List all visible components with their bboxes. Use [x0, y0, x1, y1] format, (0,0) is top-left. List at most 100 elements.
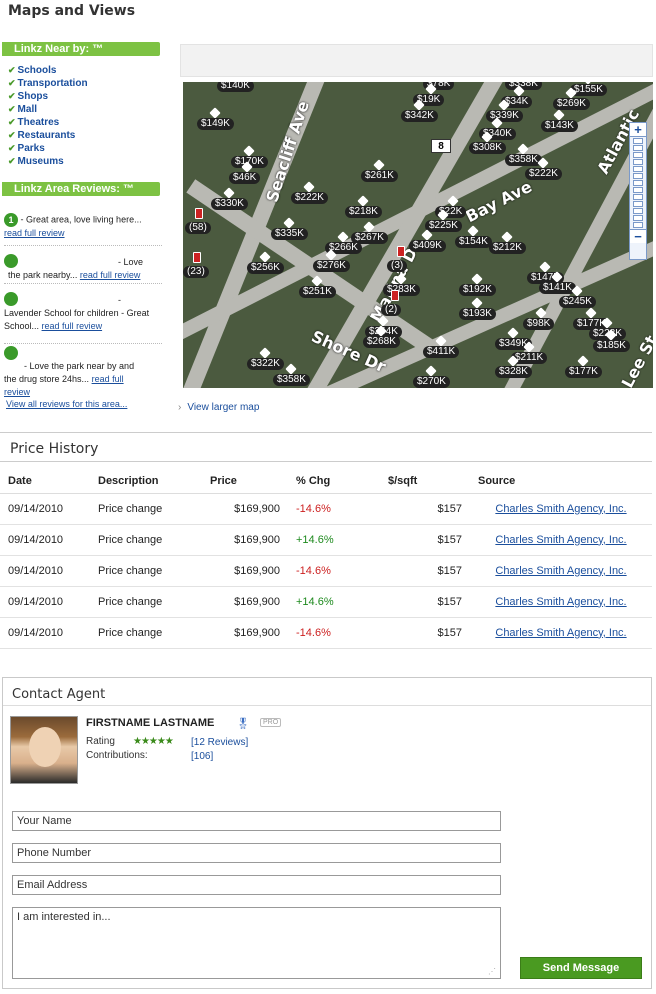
- price-pin[interactable]: $143K: [541, 120, 578, 132]
- house-marker-icon[interactable]: [471, 273, 483, 285]
- read-full-review-link[interactable]: read full review: [42, 321, 103, 331]
- message-textarea[interactable]: I am interested in... ⋰: [12, 907, 501, 979]
- near-by-item[interactable]: ✔ Parks: [8, 142, 88, 155]
- map-view[interactable]: Seacliff Ave Bay Ave Marina Dr Shore Dr …: [183, 82, 653, 388]
- agent-avatar[interactable]: [10, 716, 78, 784]
- cluster-count[interactable]: (23): [183, 266, 209, 278]
- price-pin[interactable]: $358K: [273, 374, 310, 386]
- price-pin[interactable]: $185K: [593, 340, 630, 352]
- house-marker-icon[interactable]: [467, 225, 479, 237]
- near-by-item[interactable]: ✔ Shops: [8, 90, 88, 103]
- source-link[interactable]: Charles Smith Agency, Inc.: [495, 503, 626, 515]
- price-pin[interactable]: $149K: [197, 118, 234, 130]
- cluster-marker-icon[interactable]: [391, 290, 399, 301]
- map-zoom-control[interactable]: + −: [629, 122, 647, 260]
- house-marker-icon[interactable]: [357, 195, 369, 207]
- price-pin[interactable]: $268K: [363, 336, 400, 348]
- price-pin[interactable]: $177K: [565, 366, 602, 378]
- price-pin[interactable]: $411K: [423, 346, 460, 358]
- price-pin[interactable]: $308K: [469, 142, 506, 154]
- resize-handle-icon[interactable]: ⋰: [488, 967, 496, 976]
- send-message-button[interactable]: Send Message: [520, 957, 642, 979]
- cluster-count[interactable]: (2): [381, 304, 402, 316]
- agent-name[interactable]: FIRSTNAME LASTNAME: [86, 717, 214, 729]
- agent-reviews-link[interactable]: [12 Reviews]: [191, 737, 248, 748]
- house-marker-icon[interactable]: [501, 231, 513, 243]
- house-marker-icon[interactable]: [259, 251, 271, 263]
- price-pin[interactable]: $276K: [313, 260, 350, 272]
- price-pin[interactable]: $339K: [486, 110, 523, 122]
- price-pin[interactable]: $283K: [383, 284, 420, 296]
- price-pin[interactable]: $218K: [345, 206, 382, 218]
- price-pin[interactable]: $270K: [413, 376, 450, 388]
- zoom-level-tick[interactable]: [633, 208, 643, 214]
- price-pin[interactable]: $328K: [495, 366, 532, 378]
- email-input[interactable]: Email Address: [12, 875, 501, 895]
- house-marker-icon[interactable]: [577, 355, 589, 367]
- price-pin[interactable]: $98K: [523, 318, 555, 330]
- house-marker-icon[interactable]: [209, 107, 221, 119]
- source-link[interactable]: Charles Smith Agency, Inc.: [495, 596, 626, 608]
- cluster-marker-icon[interactable]: [195, 208, 203, 219]
- house-marker-icon[interactable]: [471, 297, 483, 309]
- source-link[interactable]: Charles Smith Agency, Inc.: [495, 565, 626, 577]
- name-input[interactable]: Your Name: [12, 811, 501, 831]
- zoom-level-tick[interactable]: [633, 159, 643, 165]
- price-pin[interactable]: $140K: [217, 82, 254, 92]
- zoom-level-tick[interactable]: [633, 187, 643, 193]
- zoom-level-tick[interactable]: [633, 215, 643, 221]
- house-marker-icon[interactable]: [539, 261, 551, 273]
- price-pin[interactable]: $222K: [291, 192, 328, 204]
- price-pin[interactable]: $358K: [505, 154, 542, 166]
- house-marker-icon[interactable]: [223, 187, 235, 199]
- zoom-level-tick[interactable]: [633, 152, 643, 158]
- price-pin[interactable]: $342K: [401, 110, 438, 122]
- near-by-item[interactable]: ✔ Theatres: [8, 116, 88, 129]
- house-marker-icon[interactable]: [283, 217, 295, 229]
- zoom-level-tick[interactable]: [633, 180, 643, 186]
- cluster-marker-icon[interactable]: [193, 252, 201, 263]
- price-pin[interactable]: $222K: [525, 168, 562, 180]
- zoom-level-tick[interactable]: [633, 173, 643, 179]
- house-marker-icon[interactable]: [243, 145, 255, 157]
- price-pin[interactable]: $256K: [247, 262, 284, 274]
- zoom-slider[interactable]: [630, 138, 646, 228]
- price-pin[interactable]: $192K: [459, 284, 496, 296]
- view-larger-map-link[interactable]: View larger map: [187, 402, 259, 413]
- price-pin[interactable]: $141K: [539, 282, 576, 294]
- price-pin[interactable]: $335K: [271, 228, 308, 240]
- view-larger-map[interactable]: › View larger map: [178, 402, 259, 413]
- near-by-item[interactable]: ✔ Museums: [8, 155, 88, 168]
- price-pin[interactable]: $155K: [570, 84, 607, 96]
- price-pin[interactable]: $154K: [455, 236, 492, 248]
- house-marker-icon[interactable]: [285, 363, 297, 375]
- cluster-count[interactable]: (3): [387, 260, 408, 272]
- price-pin[interactable]: $269K: [553, 98, 590, 110]
- zoom-level-tick[interactable]: [633, 166, 643, 172]
- phone-input[interactable]: Phone Number: [12, 843, 501, 863]
- house-marker-icon[interactable]: [259, 347, 271, 359]
- price-pin[interactable]: $212K: [489, 242, 526, 254]
- cluster-count[interactable]: (58): [185, 222, 211, 234]
- zoom-level-tick[interactable]: [633, 194, 643, 200]
- near-by-item[interactable]: ✔ Mall: [8, 103, 88, 116]
- near-by-item[interactable]: ✔ Restaurants: [8, 129, 88, 142]
- zoom-in-button[interactable]: +: [630, 123, 646, 137]
- price-pin[interactable]: $251K: [299, 286, 336, 298]
- near-by-item[interactable]: ✔ Schools: [8, 64, 88, 77]
- price-pin[interactable]: $409K: [409, 240, 446, 252]
- house-marker-icon[interactable]: [553, 109, 565, 121]
- price-pin[interactable]: $225K: [425, 220, 462, 232]
- price-pin[interactable]: $245K: [559, 296, 596, 308]
- price-pin[interactable]: $261K: [361, 170, 398, 182]
- price-pin[interactable]: $330K: [211, 198, 248, 210]
- cluster-marker-icon[interactable]: [397, 246, 405, 257]
- source-link[interactable]: Charles Smith Agency, Inc.: [495, 627, 626, 639]
- price-pin[interactable]: $193K: [459, 308, 496, 320]
- near-by-item[interactable]: ✔ Transportation: [8, 77, 88, 90]
- house-marker-icon[interactable]: [507, 327, 519, 339]
- house-marker-icon[interactable]: [585, 307, 597, 319]
- price-pin[interactable]: $322K: [247, 358, 284, 370]
- house-marker-icon[interactable]: [425, 365, 437, 377]
- zoom-level-tick[interactable]: [633, 201, 643, 207]
